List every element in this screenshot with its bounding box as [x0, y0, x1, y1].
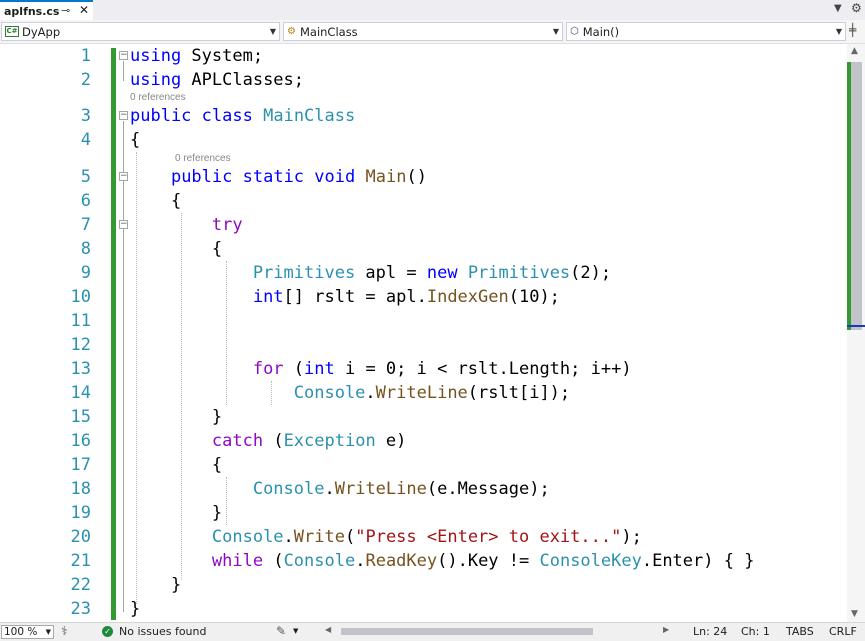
scrollbar-change-marker — [847, 62, 851, 330]
pin-icon[interactable]: ⊸ — [61, 4, 70, 17]
class-dropdown[interactable]: ⚙ MainClass ▼ — [283, 22, 563, 41]
line-number: 5 — [80, 167, 91, 187]
line-number: 2 — [80, 70, 91, 90]
code-line: } — [130, 407, 223, 427]
line-number: 11 — [70, 311, 91, 331]
navigation-bar: C# DyApp ▼ ⚙ MainClass ▼ ⬡ Main() ▼ ╪ — [0, 20, 865, 44]
code-line: { — [130, 455, 223, 475]
chevron-down-icon: ▼ — [45, 628, 51, 636]
code-line: } — [130, 503, 223, 523]
line-number: 20 — [70, 527, 91, 547]
fold-line — [123, 121, 124, 612]
code-line: try — [211, 215, 243, 235]
chevron-down-icon: ▼ — [835, 27, 842, 36]
code-line: using System; — [130, 46, 264, 66]
chevron-down-icon[interactable]: ▼ — [293, 627, 298, 635]
line-number: 9 — [80, 263, 91, 283]
line-number: 15 — [70, 407, 91, 427]
code-line: { — [130, 130, 141, 150]
line-status[interactable]: Ln: 24 — [693, 625, 727, 638]
collapse-icon[interactable]: − — [119, 172, 128, 181]
line-number: 6 — [80, 191, 91, 211]
project-dropdown[interactable]: C# DyApp ▼ — [1, 22, 280, 41]
issues-status[interactable]: No issues found — [119, 625, 206, 638]
class-icon: ⚙ — [287, 26, 296, 37]
line-number: 3 — [80, 106, 91, 126]
document-tab-strip: aplfns.cs ⊸ ✕ ▼ ⚙ — [0, 0, 865, 20]
code-line: catch (Exception e) — [211, 431, 407, 451]
line-number: 19 — [70, 503, 91, 523]
scroll-right-icon[interactable]: ▶ — [663, 625, 669, 634]
scrollbar-thumb[interactable] — [341, 628, 593, 635]
codelens-references[interactable]: 0 references — [175, 153, 231, 165]
code-line: using APLClasses; — [130, 70, 305, 90]
line-number: 22 — [70, 575, 91, 595]
line-number: 16 — [70, 431, 91, 451]
chevron-down-icon[interactable]: ▼ — [834, 3, 842, 14]
line-ending-status[interactable]: CRLF — [829, 625, 857, 638]
scroll-left-icon[interactable]: ◀ — [325, 625, 331, 634]
line-number: 18 — [70, 479, 91, 499]
collapse-icon[interactable]: − — [119, 111, 128, 120]
editor-status-bar: 100 % ▼ ⚕ ✓ No issues found ✎ ▼ ◀ ▶ Ln: … — [0, 622, 865, 641]
line-number: 7 — [80, 215, 91, 235]
code-line: } — [130, 599, 141, 619]
member-name: Main() — [582, 24, 620, 39]
code-line: int[] rslt = apl.IndexGen(10); — [252, 287, 560, 307]
code-line: Console.WriteLine(rslt[i]); — [293, 383, 571, 403]
code-line: for (int i = 0; i < rslt.Length; i++) — [252, 359, 632, 379]
code-line: { — [130, 239, 223, 259]
code-line: public class MainClass — [130, 106, 356, 126]
tab-filename: aplfns.cs — [4, 4, 60, 18]
line-number: 4 — [80, 130, 91, 150]
line-number: 14 — [70, 383, 91, 403]
collapse-icon[interactable]: − — [119, 220, 128, 229]
indent-status[interactable]: TABS — [786, 625, 814, 638]
code-line: public static void Main() — [170, 167, 427, 187]
zoom-level: 100 % — [4, 626, 38, 638]
code-line: Console.Write("Press <Enter> to exit..."… — [211, 527, 642, 547]
member-dropdown[interactable]: ⬡ Main() ▼ — [566, 22, 846, 41]
line-number: 1 — [80, 46, 91, 66]
zoom-dropdown[interactable]: 100 % ▼ — [1, 625, 54, 639]
line-number: 13 — [70, 359, 91, 379]
line-number: 17 — [70, 455, 91, 475]
line-number: 8 — [80, 239, 91, 259]
close-icon[interactable]: ✕ — [79, 3, 89, 17]
column-status[interactable]: Ch: 1 — [741, 625, 770, 638]
split-editor-icon[interactable]: ╪ — [849, 23, 856, 37]
check-circle-icon: ✓ — [102, 626, 113, 637]
horizontal-scrollbar[interactable]: ◀ ▶ — [325, 625, 673, 636]
line-number: 10 — [70, 287, 91, 307]
method-icon: ⬡ — [570, 26, 579, 37]
code-line: while (Console.ReadKey().Key != ConsoleK… — [211, 551, 755, 571]
code-line: { — [130, 191, 182, 211]
line-number: 21 — [70, 551, 91, 571]
scroll-up-icon[interactable]: ▲ — [851, 46, 858, 56]
collapse-icon[interactable]: − — [119, 51, 128, 60]
vertical-scrollbar[interactable]: ▲ ▼ — [847, 44, 865, 622]
code-line: Primitives apl = new Primitives(2); — [252, 263, 612, 283]
gear-icon[interactable]: ⚙ — [851, 1, 862, 15]
code-line: Console.WriteLine(e.Message); — [252, 479, 550, 499]
change-tracking-bar — [111, 48, 116, 620]
class-name: MainClass — [299, 24, 358, 39]
project-name: DyApp — [22, 24, 61, 39]
chevron-down-icon: ▼ — [269, 27, 276, 36]
health-icon[interactable]: ⚕ — [61, 624, 68, 638]
line-number: 23 — [70, 599, 91, 619]
fold-line — [123, 61, 124, 81]
code-editor[interactable]: 1 2 3 4 5 6 7 8 9 10 11 12 13 14 15 16 1… — [0, 44, 847, 622]
caret-position-marker — [847, 325, 865, 327]
code-line: } — [130, 575, 182, 595]
chevron-down-icon: ▼ — [552, 27, 559, 36]
csharp-project-icon: C# — [5, 26, 19, 37]
scroll-down-icon[interactable]: ▼ — [851, 609, 858, 619]
codelens-references[interactable]: 0 references — [130, 92, 186, 104]
line-number: 12 — [70, 335, 91, 355]
brush-icon[interactable]: ✎ — [276, 624, 286, 638]
document-tab[interactable]: aplfns.cs ⊸ ✕ — [0, 0, 93, 20]
